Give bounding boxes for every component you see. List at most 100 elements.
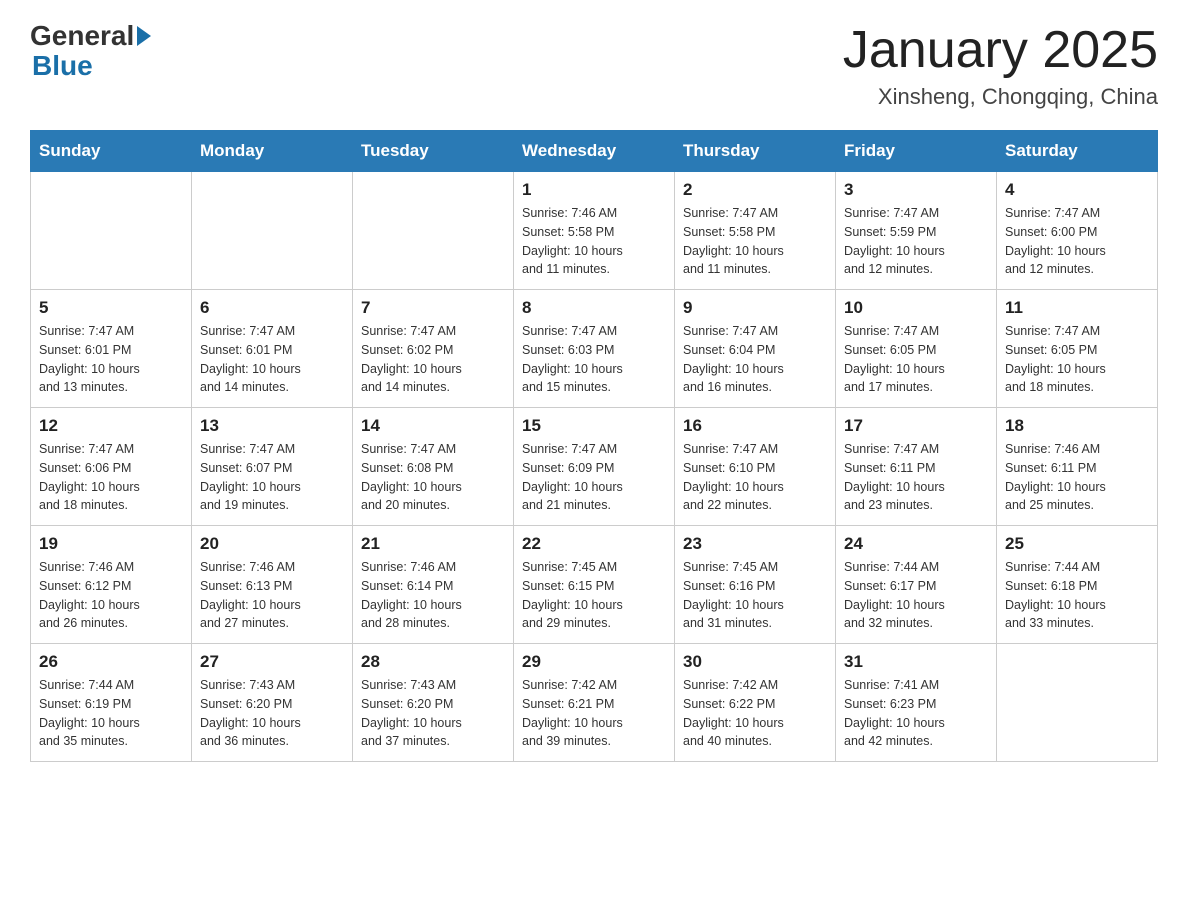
- calendar-cell: [997, 644, 1158, 762]
- calendar-cell: 22 Sunrise: 7:45 AMSunset: 6:15 PMDayligh…: [514, 526, 675, 644]
- day-number: 1: [522, 180, 666, 200]
- day-number: 2: [683, 180, 827, 200]
- day-info: Sunrise: 7:47 AMSunset: 6:08 PMDaylight:…: [361, 440, 505, 515]
- day-info: Sunrise: 7:43 AMSunset: 6:20 PMDaylight:…: [200, 676, 344, 751]
- calendar-cell: 26 Sunrise: 7:44 AMSunset: 6:19 PMDayligh…: [31, 644, 192, 762]
- day-info: Sunrise: 7:46 AMSunset: 6:13 PMDaylight:…: [200, 558, 344, 633]
- day-info: Sunrise: 7:47 AMSunset: 6:04 PMDaylight:…: [683, 322, 827, 397]
- day-info: Sunrise: 7:45 AMSunset: 6:16 PMDaylight:…: [683, 558, 827, 633]
- day-number: 19: [39, 534, 183, 554]
- day-info: Sunrise: 7:47 AMSunset: 6:07 PMDaylight:…: [200, 440, 344, 515]
- main-title: January 2025: [843, 20, 1158, 80]
- calendar-cell: 8 Sunrise: 7:47 AMSunset: 6:03 PMDaylight…: [514, 290, 675, 408]
- day-number: 8: [522, 298, 666, 318]
- day-info: Sunrise: 7:47 AMSunset: 6:11 PMDaylight:…: [844, 440, 988, 515]
- day-number: 6: [200, 298, 344, 318]
- day-number: 4: [1005, 180, 1149, 200]
- calendar-cell: 14 Sunrise: 7:47 AMSunset: 6:08 PMDayligh…: [353, 408, 514, 526]
- day-info: Sunrise: 7:47 AMSunset: 5:59 PMDaylight:…: [844, 204, 988, 279]
- calendar-week-row: 1Sunrise: 7:46 AMSunset: 5:58 PMDaylight…: [31, 172, 1158, 290]
- calendar-cell: 23 Sunrise: 7:45 AMSunset: 6:16 PMDayligh…: [675, 526, 836, 644]
- weekday-header-saturday: Saturday: [997, 131, 1158, 172]
- calendar-cell: [353, 172, 514, 290]
- day-info: Sunrise: 7:46 AMSunset: 6:14 PMDaylight:…: [361, 558, 505, 633]
- day-info: Sunrise: 7:45 AMSunset: 6:15 PMDaylight:…: [522, 558, 666, 633]
- calendar-cell: 9 Sunrise: 7:47 AMSunset: 6:04 PMDaylight…: [675, 290, 836, 408]
- calendar-table: SundayMondayTuesdayWednesdayThursdayFrid…: [30, 130, 1158, 762]
- day-number: 29: [522, 652, 666, 672]
- day-number: 9: [683, 298, 827, 318]
- calendar-week-row: 19 Sunrise: 7:46 AMSunset: 6:12 PMDayligh…: [31, 526, 1158, 644]
- day-number: 24: [844, 534, 988, 554]
- day-info: Sunrise: 7:47 AMSunset: 6:05 PMDaylight:…: [1005, 322, 1149, 397]
- day-number: 27: [200, 652, 344, 672]
- day-number: 16: [683, 416, 827, 436]
- day-number: 30: [683, 652, 827, 672]
- calendar-cell: 29Sunrise: 7:42 AMSunset: 6:21 PMDayligh…: [514, 644, 675, 762]
- day-number: 28: [361, 652, 505, 672]
- day-number: 11: [1005, 298, 1149, 318]
- day-number: 14: [361, 416, 505, 436]
- calendar-cell: 16 Sunrise: 7:47 AMSunset: 6:10 PMDayligh…: [675, 408, 836, 526]
- calendar-cell: 2Sunrise: 7:47 AMSunset: 5:58 PMDaylight…: [675, 172, 836, 290]
- calendar-cell: 21 Sunrise: 7:46 AMSunset: 6:14 PMDayligh…: [353, 526, 514, 644]
- calendar-cell: 1Sunrise: 7:46 AMSunset: 5:58 PMDaylight…: [514, 172, 675, 290]
- day-info: Sunrise: 7:44 AMSunset: 6:19 PMDaylight:…: [39, 676, 183, 751]
- day-number: 3: [844, 180, 988, 200]
- weekday-header-thursday: Thursday: [675, 131, 836, 172]
- day-number: 5: [39, 298, 183, 318]
- day-info: Sunrise: 7:41 AMSunset: 6:23 PMDaylight:…: [844, 676, 988, 751]
- calendar-cell: 24Sunrise: 7:44 AMSunset: 6:17 PMDayligh…: [836, 526, 997, 644]
- day-info: Sunrise: 7:47 AMSunset: 6:01 PMDaylight:…: [39, 322, 183, 397]
- calendar-cell: 28Sunrise: 7:43 AMSunset: 6:20 PMDayligh…: [353, 644, 514, 762]
- calendar-cell: 3 Sunrise: 7:47 AMSunset: 5:59 PMDaylight…: [836, 172, 997, 290]
- day-number: 12: [39, 416, 183, 436]
- calendar-cell: 31 Sunrise: 7:41 AMSunset: 6:23 PMDayligh…: [836, 644, 997, 762]
- calendar-week-row: 26 Sunrise: 7:44 AMSunset: 6:19 PMDayligh…: [31, 644, 1158, 762]
- calendar-cell: 12 Sunrise: 7:47 AMSunset: 6:06 PMDayligh…: [31, 408, 192, 526]
- page-header: General Blue January 2025 Xinsheng, Chon…: [30, 20, 1158, 110]
- calendar-cell: 10Sunrise: 7:47 AMSunset: 6:05 PMDayligh…: [836, 290, 997, 408]
- calendar-cell: 27 Sunrise: 7:43 AMSunset: 6:20 PMDayligh…: [192, 644, 353, 762]
- calendar-header-row: SundayMondayTuesdayWednesdayThursdayFrid…: [31, 131, 1158, 172]
- day-number: 20: [200, 534, 344, 554]
- day-info: Sunrise: 7:46 AMSunset: 6:11 PMDaylight:…: [1005, 440, 1149, 515]
- logo-blue-text: Blue: [32, 50, 93, 82]
- day-info: Sunrise: 7:47 AMSunset: 6:05 PMDaylight:…: [844, 322, 988, 397]
- day-number: 31: [844, 652, 988, 672]
- title-block: January 2025 Xinsheng, Chongqing, China: [843, 20, 1158, 110]
- day-info: Sunrise: 7:47 AMSunset: 6:01 PMDaylight:…: [200, 322, 344, 397]
- day-number: 13: [200, 416, 344, 436]
- day-info: Sunrise: 7:47 AMSunset: 6:02 PMDaylight:…: [361, 322, 505, 397]
- weekday-header-monday: Monday: [192, 131, 353, 172]
- calendar-cell: 13 Sunrise: 7:47 AMSunset: 6:07 PMDayligh…: [192, 408, 353, 526]
- day-number: 7: [361, 298, 505, 318]
- day-info: Sunrise: 7:47 AMSunset: 6:09 PMDaylight:…: [522, 440, 666, 515]
- day-number: 26: [39, 652, 183, 672]
- weekday-header-tuesday: Tuesday: [353, 131, 514, 172]
- calendar-cell: 17 Sunrise: 7:47 AMSunset: 6:11 PMDayligh…: [836, 408, 997, 526]
- calendar-cell: 25Sunrise: 7:44 AMSunset: 6:18 PMDayligh…: [997, 526, 1158, 644]
- calendar-cell: 6 Sunrise: 7:47 AMSunset: 6:01 PMDaylight…: [192, 290, 353, 408]
- day-number: 23: [683, 534, 827, 554]
- day-info: Sunrise: 7:44 AMSunset: 6:18 PMDaylight:…: [1005, 558, 1149, 633]
- calendar-cell: 18Sunrise: 7:46 AMSunset: 6:11 PMDayligh…: [997, 408, 1158, 526]
- calendar-cell: 20 Sunrise: 7:46 AMSunset: 6:13 PMDayligh…: [192, 526, 353, 644]
- calendar-cell: 7 Sunrise: 7:47 AMSunset: 6:02 PMDaylight…: [353, 290, 514, 408]
- day-info: Sunrise: 7:47 AMSunset: 6:10 PMDaylight:…: [683, 440, 827, 515]
- logo-arrow-icon: [137, 26, 151, 46]
- calendar-cell: [31, 172, 192, 290]
- calendar-cell: [192, 172, 353, 290]
- calendar-week-row: 12 Sunrise: 7:47 AMSunset: 6:06 PMDayligh…: [31, 408, 1158, 526]
- day-info: Sunrise: 7:47 AMSunset: 6:03 PMDaylight:…: [522, 322, 666, 397]
- logo: General Blue: [30, 20, 154, 82]
- weekday-header-wednesday: Wednesday: [514, 131, 675, 172]
- day-number: 17: [844, 416, 988, 436]
- weekday-header-friday: Friday: [836, 131, 997, 172]
- calendar-cell: 19 Sunrise: 7:46 AMSunset: 6:12 PMDayligh…: [31, 526, 192, 644]
- day-number: 22: [522, 534, 666, 554]
- day-info: Sunrise: 7:46 AMSunset: 6:12 PMDaylight:…: [39, 558, 183, 633]
- calendar-cell: 30Sunrise: 7:42 AMSunset: 6:22 PMDayligh…: [675, 644, 836, 762]
- day-number: 21: [361, 534, 505, 554]
- day-info: Sunrise: 7:47 AMSunset: 6:06 PMDaylight:…: [39, 440, 183, 515]
